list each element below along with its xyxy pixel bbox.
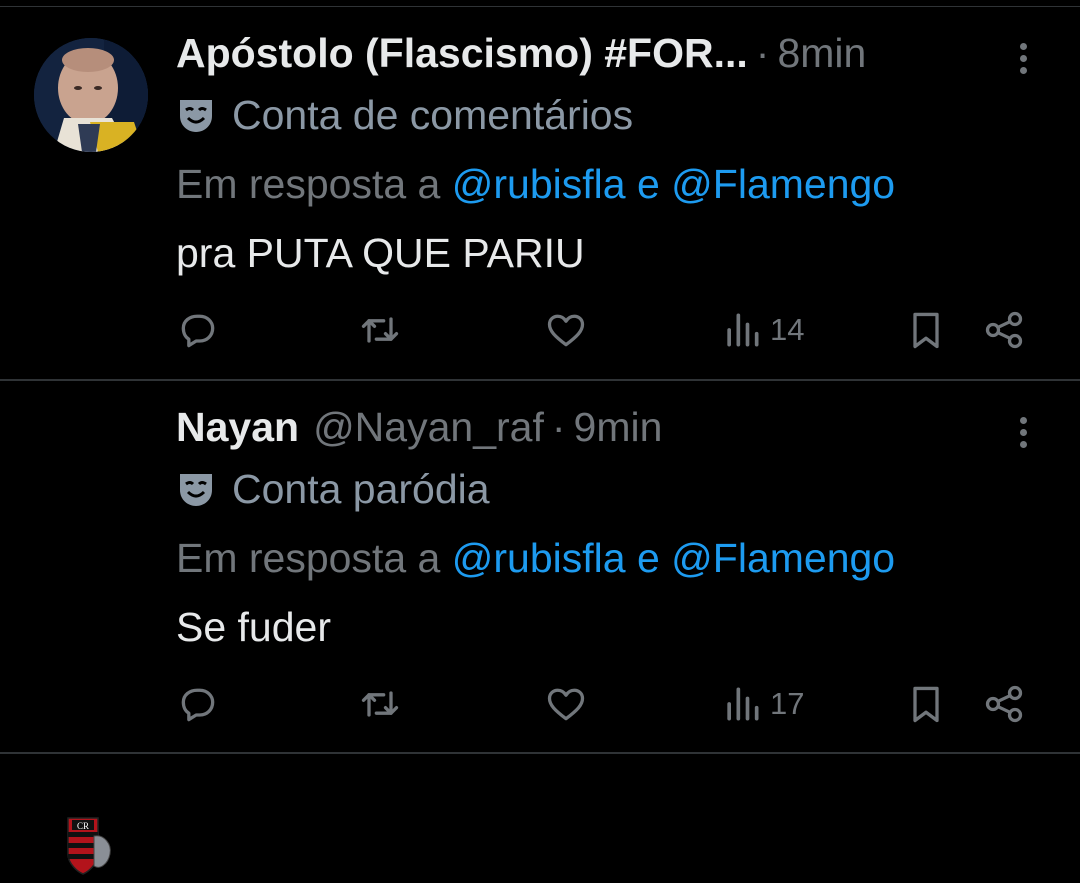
bookmark-icon [913, 686, 939, 723]
action-bar: 14 [0, 305, 1080, 355]
reply-prefix: Em resposta a [176, 535, 441, 581]
bookmark-button[interactable] [904, 305, 948, 355]
bookmark-button[interactable] [904, 679, 948, 729]
timestamp[interactable]: 9min [574, 404, 663, 451]
share-icon [985, 685, 1023, 723]
like-button[interactable] [544, 305, 588, 355]
separator-dot: · [755, 30, 770, 76]
reply-bubble-icon [181, 688, 215, 722]
top-divider [0, 6, 1080, 7]
mention-and[interactable]: e [637, 161, 660, 207]
mention-link[interactable]: @rubisfla [452, 535, 626, 581]
views-count: 17 [770, 686, 805, 721]
theater-mask-icon [180, 473, 212, 506]
tweet-2[interactable]: CR Nayan @Nayan_raf · 9min Conta paródia… [0, 382, 1080, 875]
share-icon [985, 311, 1023, 349]
share-button[interactable] [982, 305, 1026, 355]
mention-link[interactable]: @rubisfla [452, 161, 626, 207]
bar-chart-icon [727, 313, 759, 347]
tweet-divider [0, 379, 1080, 381]
views-count: 14 [770, 312, 805, 347]
avatar[interactable]: CR [64, 814, 114, 878]
like-button[interactable] [544, 679, 588, 729]
account-label-text: Conta paródia [232, 466, 490, 512]
theater-mask-icon [180, 99, 212, 132]
retweet-button[interactable] [358, 305, 402, 355]
share-button[interactable] [982, 679, 1026, 729]
account-label-text: Conta de comentários [232, 92, 634, 138]
tweet-1[interactable]: Apóstolo (Flascismo) #FOR... · 8min Cont… [0, 8, 1080, 380]
author-name[interactable]: Nayan [176, 404, 299, 451]
author-name[interactable]: Apóstolo (Flascismo) #FOR... [176, 30, 748, 77]
separator-dot: · [551, 404, 566, 450]
reply-prefix: Em resposta a [176, 161, 441, 207]
avatar[interactable] [34, 38, 148, 152]
more-dots-icon[interactable] [1008, 38, 1038, 78]
tweet-header: Apóstolo (Flascismo) #FOR... · 8min [176, 30, 866, 80]
retweet-icon [361, 317, 399, 343]
account-label: Conta de comentários [176, 92, 633, 139]
reply-button[interactable] [176, 679, 220, 729]
bar-chart-icon [727, 687, 759, 721]
views-button[interactable]: 17 [720, 679, 804, 729]
retweet-button[interactable] [358, 679, 402, 729]
timestamp[interactable]: 8min [777, 30, 866, 77]
mention-and[interactable]: e [637, 535, 660, 581]
views-button[interactable]: 14 [720, 305, 804, 355]
author-handle[interactable]: @Nayan_raf [313, 404, 544, 451]
reply-bubble-icon [181, 314, 215, 348]
account-label: Conta paródia [176, 466, 490, 513]
reply-context: Em resposta a @rubisfla e @Flamengo [176, 535, 895, 582]
bookmark-icon [913, 312, 939, 349]
more-dots-icon[interactable] [1008, 412, 1038, 452]
tweet-divider [0, 752, 1080, 754]
svg-text:CR: CR [77, 821, 89, 831]
heart-icon [547, 688, 585, 721]
tweet-text: Se fuder [176, 604, 331, 650]
mention-link[interactable]: @Flamengo [671, 535, 895, 581]
reply-button[interactable] [176, 305, 220, 355]
heart-icon [547, 314, 585, 347]
tweet-text: pra PUTA QUE PARIU [176, 230, 585, 276]
reply-context: Em resposta a @rubisfla e @Flamengo [176, 161, 895, 208]
retweet-icon [361, 691, 399, 717]
tweet-header: Nayan @Nayan_raf · 9min [176, 404, 662, 454]
mention-link[interactable]: @Flamengo [671, 161, 895, 207]
action-bar: 17 [0, 679, 1080, 729]
